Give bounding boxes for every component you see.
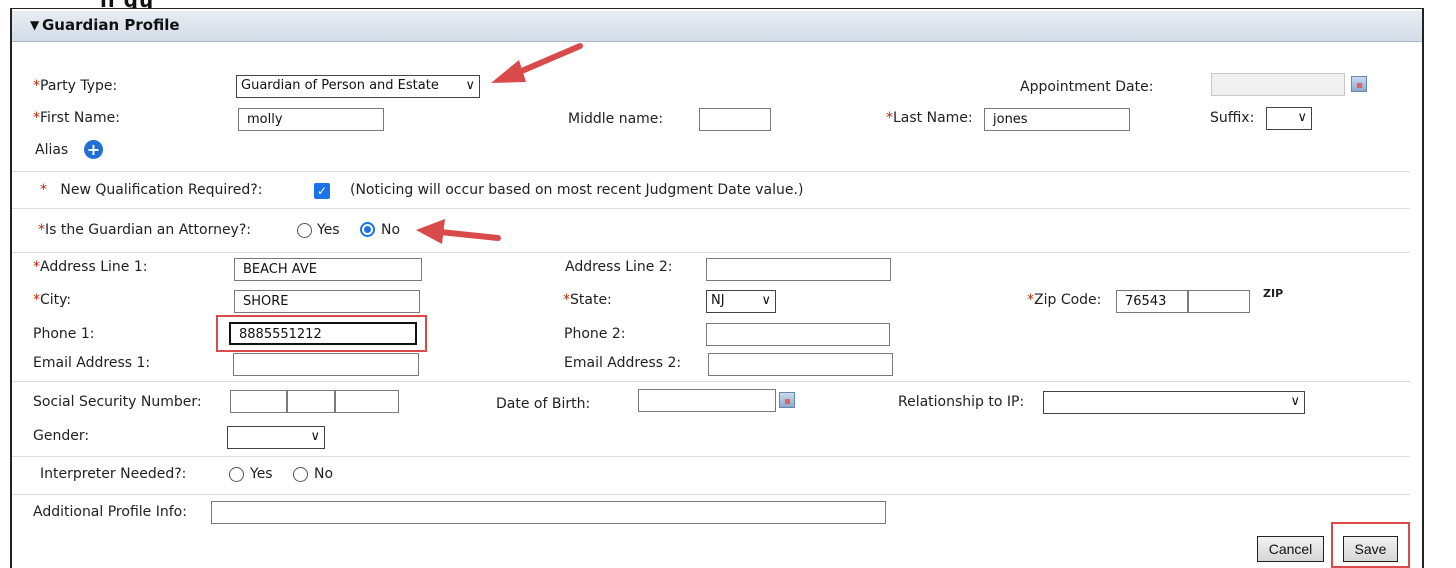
attorney-arrow [416,219,501,244]
attorney-arrow-head [416,219,445,244]
annotation-arrows [416,43,583,244]
party-type-arrow-shaft [514,43,583,76]
party-type-arrow-head [491,60,526,83]
attorney-arrow-shaft [437,229,501,241]
party-type-arrow [491,43,583,83]
